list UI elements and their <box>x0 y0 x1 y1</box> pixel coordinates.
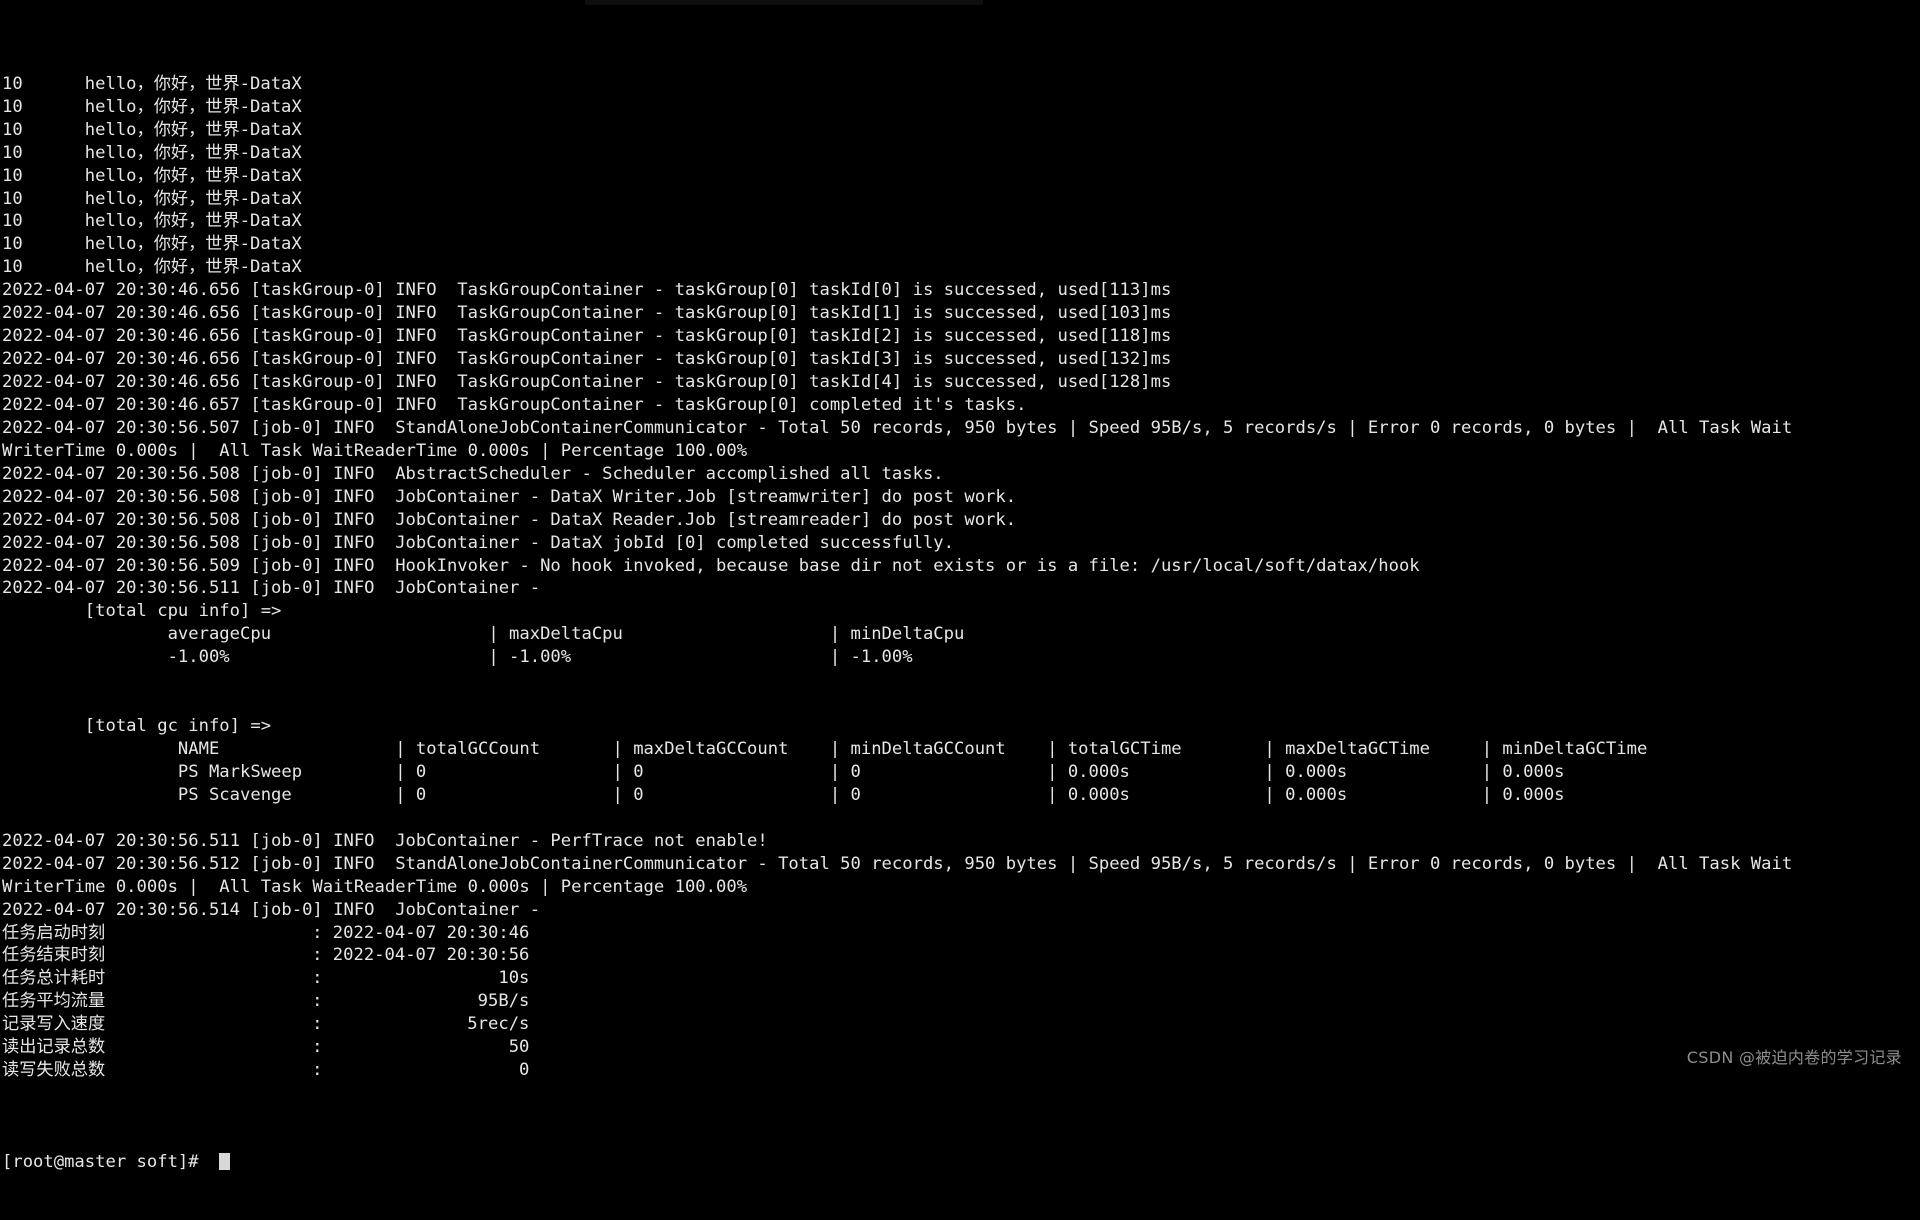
terminal-line: 2022-04-07 20:30:56.508 [job-0] INFO Abs… <box>2 463 944 484</box>
terminal-line: [total cpu info] => <box>2 601 292 622</box>
terminal-line: 10 hello，你好，世界-DataX <box>2 234 302 255</box>
terminal-line: 2022-04-07 20:30:56.512 [job-0] INFO Sta… <box>2 853 1793 874</box>
csdn-watermark: CSDN @被迫内卷的学习记录 <box>1686 1048 1902 1068</box>
terminal-log-output: 10 hello，你好，世界-DataX 10 hello，你好，世界-DataX… <box>2 73 1920 1105</box>
terminal-line: 10 hello，你好，世界-DataX <box>2 257 302 278</box>
shell-prompt: [root@master soft]# <box>2 1151 209 1172</box>
terminal-line: averageCpu | maxDeltaCpu | minDeltaCpu <box>2 624 1172 645</box>
terminal-line: 任务结束时刻 : 2022-04-07 20:30:56 <box>2 945 530 966</box>
terminal-line: -1.00% | -1.00% | -1.00% <box>2 647 1172 668</box>
terminal-line: 2022-04-07 20:30:56.514 [job-0] INFO Job… <box>2 899 551 920</box>
terminal-line: 2022-04-07 20:30:46.656 [taskGroup-0] IN… <box>2 372 1172 393</box>
terminal-line: 10 hello，你好，世界-DataX <box>2 165 302 186</box>
terminal-line: WriterTime 0.000s | All Task WaitReaderT… <box>2 440 748 461</box>
terminal-line: PS MarkSweep | 0 | 0 | 0 | 0.000s | 0.00… <box>2 761 1700 782</box>
terminal-line: PS Scavenge | 0 | 0 | 0 | 0.000s | 0.000… <box>2 784 1700 805</box>
terminal-line: 2022-04-07 20:30:56.508 [job-0] INFO Job… <box>2 509 1017 530</box>
terminal-line: 2022-04-07 20:30:56.507 [job-0] INFO Sta… <box>2 417 1793 438</box>
terminal-line: 2022-04-07 20:30:56.509 [job-0] INFO Hoo… <box>2 555 1420 576</box>
terminal-line: 2022-04-07 20:30:46.656 [taskGroup-0] IN… <box>2 326 1172 347</box>
terminal-line: 10 hello，你好，世界-DataX <box>2 142 302 163</box>
terminal-line: 任务平均流量 : 95B/s <box>2 991 530 1012</box>
terminal-line: 10 hello，你好，世界-DataX <box>2 188 302 209</box>
terminal-line: 10 hello，你好，世界-DataX <box>2 96 302 117</box>
terminal-line: 记录写入速度 : 5rec/s <box>2 1014 530 1035</box>
shell-prompt-line[interactable]: [root@master soft]# <box>2 1151 1920 1174</box>
terminal-window[interactable]: 10 hello，你好，世界-DataX 10 hello，你好，世界-DataX… <box>0 0 1920 1172</box>
window-top-edge <box>585 0 983 5</box>
terminal-line: 10 hello，你好，世界-DataX <box>2 73 302 94</box>
text-cursor <box>219 1152 230 1170</box>
terminal-line: 2022-04-07 20:30:56.511 [job-0] INFO Job… <box>2 578 551 599</box>
terminal-line: 2022-04-07 20:30:56.511 [job-0] INFO Job… <box>2 830 768 851</box>
terminal-line: 任务总计耗时 : 10s <box>2 968 530 989</box>
terminal-line: 2022-04-07 20:30:56.508 [job-0] INFO Job… <box>2 486 1017 507</box>
terminal-line: 2022-04-07 20:30:56.508 [job-0] INFO Job… <box>2 532 954 553</box>
terminal-line: 2022-04-07 20:30:46.656 [taskGroup-0] IN… <box>2 280 1172 301</box>
terminal-line: NAME | totalGCCount | maxDeltaGCCount | … <box>2 739 1700 760</box>
terminal-line: 10 hello，你好，世界-DataX <box>2 119 302 140</box>
terminal-line: WriterTime 0.000s | All Task WaitReaderT… <box>2 876 748 897</box>
terminal-line: 2022-04-07 20:30:46.656 [taskGroup-0] IN… <box>2 349 1172 370</box>
terminal-line: 2022-04-07 20:30:46.656 [taskGroup-0] IN… <box>2 303 1172 324</box>
terminal-line: 读出记录总数 : 50 <box>2 1037 530 1058</box>
terminal-line: 读写失败总数 : 0 <box>2 1060 530 1081</box>
terminal-line: 10 hello，你好，世界-DataX <box>2 211 302 232</box>
terminal-line: [total gc info] => <box>2 716 282 737</box>
terminal-line: 任务启动时刻 : 2022-04-07 20:30:46 <box>2 922 530 943</box>
terminal-line: 2022-04-07 20:30:46.657 [taskGroup-0] IN… <box>2 394 1027 415</box>
